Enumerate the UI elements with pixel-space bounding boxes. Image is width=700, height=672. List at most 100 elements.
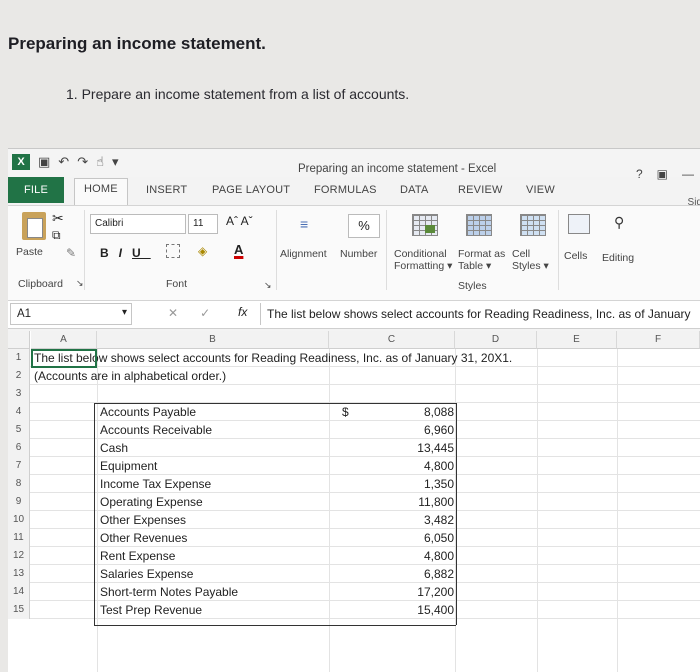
row-header[interactable]: 2: [8, 367, 30, 385]
column-header-b[interactable]: B: [97, 331, 329, 349]
binoculars-icon[interactable]: ⚲: [614, 214, 624, 231]
account-name[interactable]: Other Revenues: [100, 529, 187, 547]
account-amount[interactable]: 6,882: [424, 565, 454, 583]
tab-insert[interactable]: INSERT: [146, 184, 187, 196]
insert-function-icon[interactable]: fx: [238, 305, 247, 319]
font-color-icon[interactable]: A: [234, 242, 243, 257]
tab-home[interactable]: HOME: [74, 178, 128, 205]
select-all-corner[interactable]: [8, 331, 30, 349]
account-name[interactable]: Cash: [100, 439, 128, 457]
account-amount[interactable]: 1,350: [424, 475, 454, 493]
row-header[interactable]: 9: [8, 493, 30, 511]
tab-data[interactable]: DATA: [400, 184, 429, 196]
grow-font-icon[interactable]: Aˆ Aˇ: [226, 214, 253, 228]
row-header[interactable]: 8: [8, 475, 30, 493]
column-header-a[interactable]: A: [31, 331, 97, 349]
row-header[interactable]: 6: [8, 439, 30, 457]
row-header[interactable]: 10: [8, 511, 30, 529]
formula-input[interactable]: The list below shows select accounts for…: [260, 303, 700, 325]
cell-styles-button[interactable]: Cell Styles ▾: [512, 248, 549, 272]
cell-a2[interactable]: (Accounts are in alphabetical order.): [34, 367, 226, 385]
copy-icon[interactable]: ⧉: [52, 228, 61, 243]
account-name[interactable]: Operating Expense: [100, 493, 203, 511]
account-amount[interactable]: 13,445: [417, 439, 454, 457]
customize-toolbar-icon[interactable]: ▾: [112, 154, 119, 170]
cell-styles-icon[interactable]: [520, 214, 546, 236]
cells-button[interactable]: Cells: [564, 250, 587, 262]
account-amount[interactable]: 6,050: [424, 529, 454, 547]
column-header-c[interactable]: C: [329, 331, 455, 349]
tab-file[interactable]: FILE: [8, 177, 64, 203]
format-as-table-icon[interactable]: [466, 214, 492, 236]
account-name[interactable]: Other Expenses: [100, 511, 186, 529]
touch-mode-icon[interactable]: ☝: [96, 154, 104, 170]
cancel-icon[interactable]: ✕: [168, 306, 178, 320]
font-name-select[interactable]: Calibri: [90, 214, 186, 234]
account-name[interactable]: Rent Expense: [100, 547, 175, 565]
italic-button[interactable]: I: [119, 246, 132, 260]
column-header-d[interactable]: D: [455, 331, 537, 349]
account-amount[interactable]: 17,200: [417, 583, 454, 601]
cell-a1[interactable]: The list below shows select accounts for…: [34, 349, 512, 367]
row-header[interactable]: 15: [8, 601, 30, 619]
borders-icon[interactable]: [166, 244, 180, 258]
undo-icon[interactable]: ↶: [58, 154, 69, 170]
tab-page-layout[interactable]: PAGE LAYOUT: [212, 184, 290, 196]
percent-icon[interactable]: %: [348, 214, 380, 238]
conditional-formatting-icon[interactable]: [412, 214, 438, 236]
row-header[interactable]: 4: [8, 403, 30, 421]
alignment-button[interactable]: Alignment: [280, 248, 327, 260]
account-amount[interactable]: 3,482: [424, 511, 454, 529]
clipboard-launcher-icon[interactable]: ↘: [76, 278, 84, 289]
editing-button[interactable]: Editing: [602, 252, 634, 264]
account-name[interactable]: Salaries Expense: [100, 565, 193, 583]
account-amount[interactable]: 4,800: [424, 547, 454, 565]
paste-button[interactable]: Paste: [16, 246, 43, 258]
worksheet-grid[interactable]: A B C D E F 1 The list below shows selec…: [8, 331, 700, 672]
account-name[interactable]: Accounts Receivable: [100, 421, 212, 439]
account-name[interactable]: Short-term Notes Payable: [100, 583, 238, 601]
account-name[interactable]: Test Prep Revenue: [100, 601, 202, 619]
account-amount[interactable]: 11,800: [418, 493, 454, 511]
number-button[interactable]: Number: [340, 248, 377, 260]
account-name[interactable]: Accounts Payable: [100, 403, 196, 421]
row-header[interactable]: 1: [8, 349, 30, 367]
font-launcher-icon[interactable]: ↘: [264, 280, 272, 291]
bold-button[interactable]: B: [100, 246, 119, 260]
save-icon[interactable]: ▣: [38, 154, 50, 170]
row-header[interactable]: 3: [8, 385, 30, 403]
row-header[interactable]: 13: [8, 565, 30, 583]
currency-symbol[interactable]: $: [342, 403, 349, 421]
tab-review[interactable]: REVIEW: [458, 184, 503, 196]
account-amount[interactable]: 15,400: [417, 601, 454, 619]
account-name[interactable]: Equipment: [100, 457, 157, 475]
fill-color-icon[interactable]: ◈: [198, 244, 207, 258]
alignment-icon[interactable]: ≡: [300, 216, 308, 232]
row-header[interactable]: 11: [8, 529, 30, 547]
paste-icon[interactable]: [22, 212, 46, 240]
conditional-formatting-button[interactable]: Conditional Formatting ▾: [394, 248, 452, 272]
account-amount[interactable]: 4,800: [424, 457, 454, 475]
enter-icon[interactable]: ✓: [200, 306, 210, 320]
name-box[interactable]: A1 ▾: [10, 303, 132, 325]
tab-view[interactable]: VIEW: [526, 184, 555, 196]
row-header[interactable]: 5: [8, 421, 30, 439]
format-painter-icon[interactable]: ✎: [66, 246, 76, 260]
row-header[interactable]: 12: [8, 547, 30, 565]
table-border-left: [94, 403, 95, 625]
tab-formulas[interactable]: FORMULAS: [314, 184, 377, 196]
cut-icon[interactable]: ✂: [52, 210, 64, 227]
column-header-f[interactable]: F: [617, 331, 700, 349]
account-amount[interactable]: 6,960: [424, 421, 454, 439]
format-as-table-button[interactable]: Format as Table ▾: [458, 248, 505, 272]
account-amount[interactable]: 8,088: [424, 403, 454, 421]
redo-icon[interactable]: ↷: [77, 154, 88, 170]
font-size-select[interactable]: 11: [188, 214, 218, 234]
column-header-e[interactable]: E: [537, 331, 617, 349]
cells-icon[interactable]: [568, 214, 590, 234]
row-header[interactable]: 7: [8, 457, 30, 475]
account-name[interactable]: Income Tax Expense: [100, 475, 211, 493]
row-header[interactable]: 14: [8, 583, 30, 601]
chevron-down-icon[interactable]: ▾: [122, 307, 127, 318]
underline-button[interactable]: U: [132, 246, 151, 260]
